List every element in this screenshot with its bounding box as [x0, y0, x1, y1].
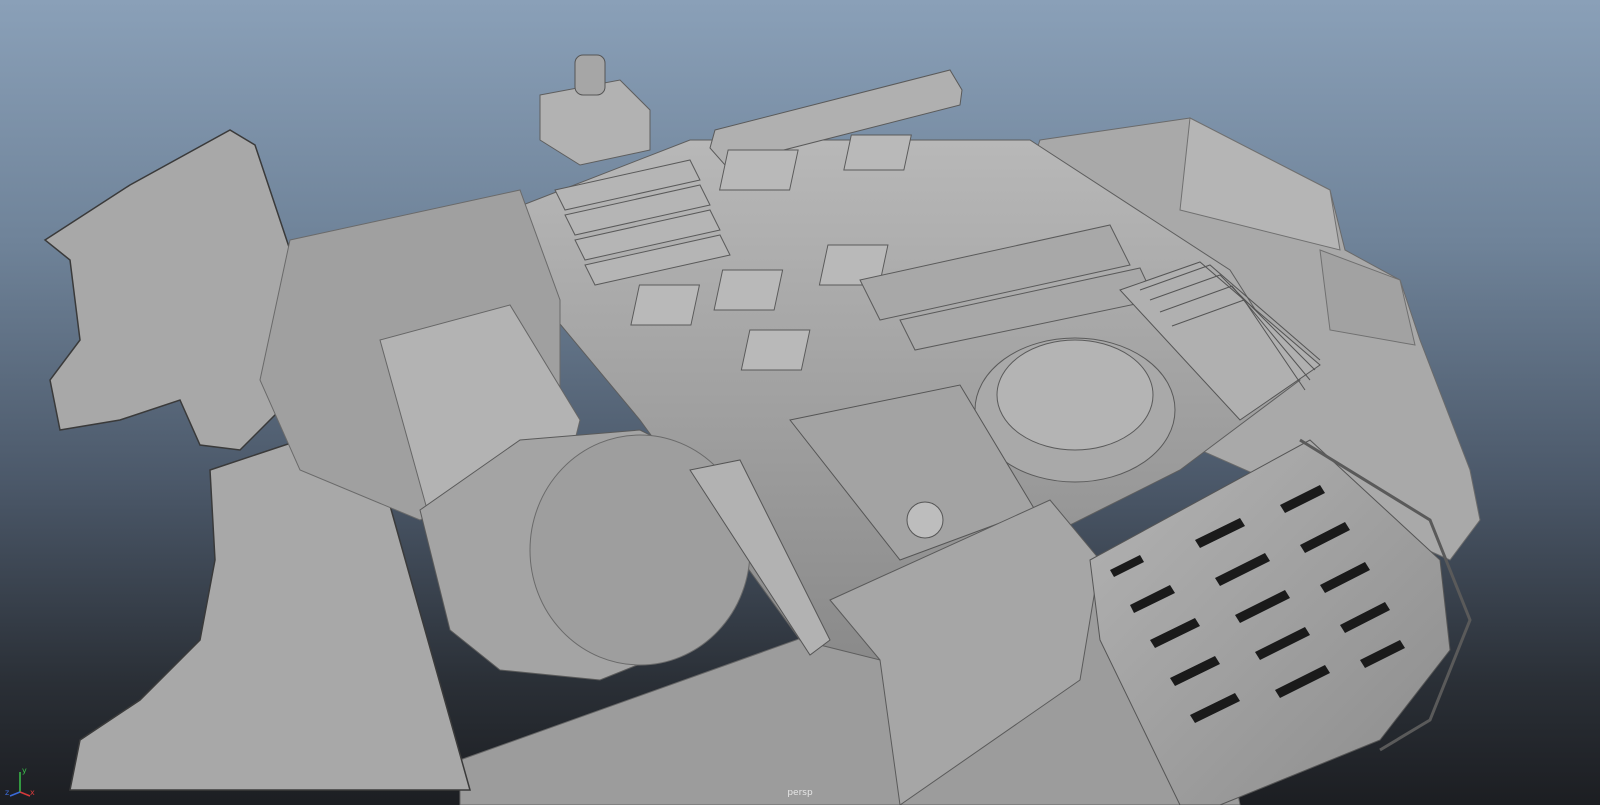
- knob: [574, 54, 606, 96]
- model-render[interactable]: [0, 0, 1600, 805]
- camera-label: persp: [787, 788, 813, 798]
- turret-top: [996, 339, 1154, 451]
- fan-wheel: [906, 501, 944, 539]
- y-axis-label: y: [22, 766, 27, 775]
- viewport-persp[interactable]: y x z persp: [0, 0, 1600, 805]
